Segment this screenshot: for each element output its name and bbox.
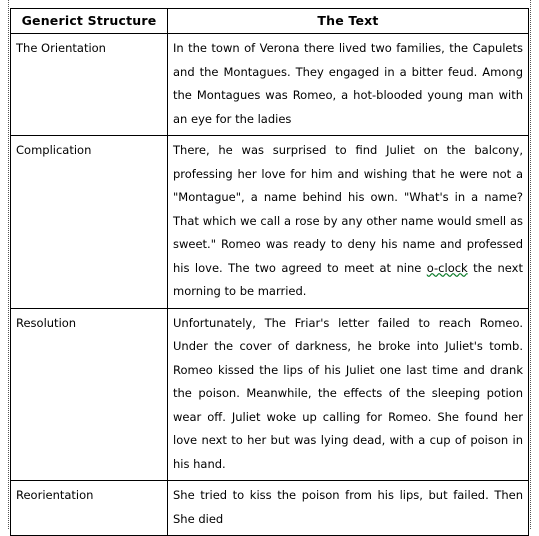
cell-text-complication: There, he was surprised to find Juliet o…: [167, 135, 529, 309]
cell-text-resolution: Unfortunately, The Friar's letter failed…: [167, 307, 529, 481]
table-row: Complication There, he was surprised to …: [10, 135, 529, 309]
cell-structure-resolution: Resolution: [10, 307, 168, 481]
spellcheck-error-o-clock[interactable]: o-clock: [427, 261, 468, 275]
table-header-row: Generict Structure The Text: [10, 8, 529, 34]
column-header-structure: Generict Structure: [10, 8, 168, 34]
complication-paragraph: There, he was surprised to find Juliet o…: [173, 139, 523, 304]
table-row: Reorientation She tried to kiss the pois…: [10, 480, 529, 536]
cell-text-reorientation: She tried to kiss the poison from his li…: [167, 480, 529, 536]
cell-structure-reorientation: Reorientation: [10, 480, 168, 536]
column-header-text: The Text: [167, 8, 529, 34]
cell-structure-orientation: The Orientation: [10, 33, 168, 136]
cell-structure-complication: Complication: [10, 135, 168, 309]
table-row: The Orientation In the town of Verona th…: [10, 33, 529, 136]
complication-text-before-error: There, he was surprised to find Juliet o…: [173, 143, 523, 275]
page-margin-guide-right: [530, 0, 532, 529]
cell-text-orientation: In the town of Verona there lived two fa…: [167, 33, 529, 136]
generic-structure-table: Generict Structure The Text The Orientat…: [10, 8, 529, 536]
table-row: Resolution Unfortunately, The Friar's le…: [10, 307, 529, 481]
